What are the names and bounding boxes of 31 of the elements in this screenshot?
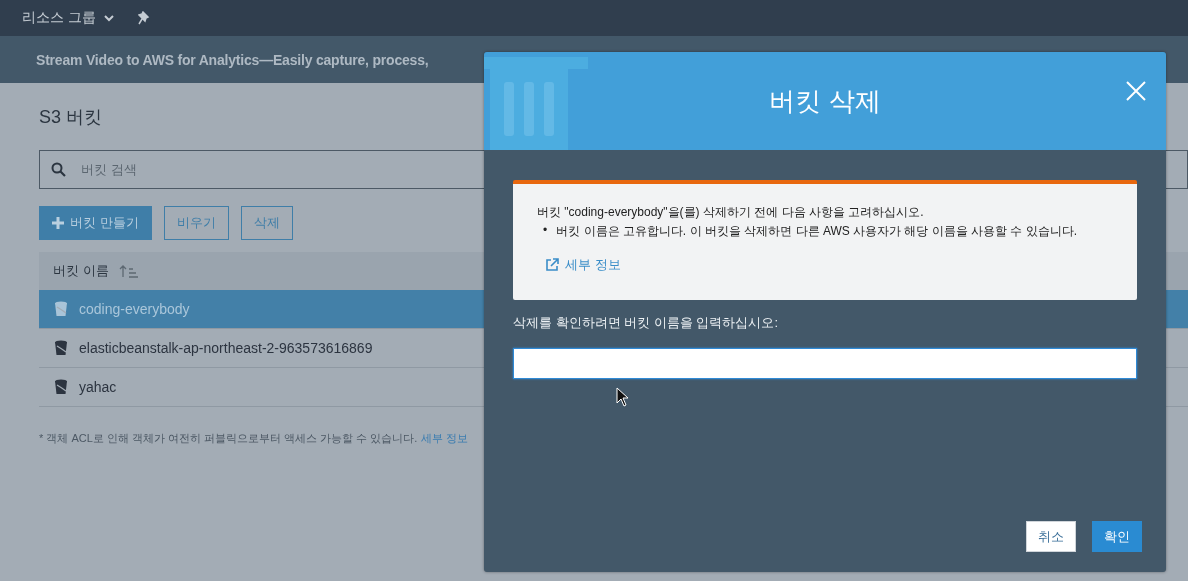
dialog-button[interactable]: 취소 [1026, 521, 1076, 552]
bucket-icon [54, 301, 68, 317]
column-header[interactable]: 버킷 이름 [53, 262, 139, 280]
bucket-name-input[interactable] [513, 348, 1137, 379]
sort-icon [118, 264, 139, 278]
resource-groups-menu[interactable]: 리소스 그룹 [22, 9, 114, 27]
bucket-name: elasticbeanstalk-ap-northeast-2-963573616869 [79, 340, 373, 356]
page-title: S3 버킷 [39, 106, 104, 129]
bucket-name: yahac [79, 379, 117, 395]
bullet-marker: • [543, 223, 548, 239]
bucket-name: coding-everybody [79, 301, 190, 317]
confirm-label: 삭제를 확인하려면 버킷 이름을 입력하십시오: [513, 314, 780, 332]
bucket-icon [54, 379, 68, 395]
details-link[interactable]: 세부 정보 [545, 256, 621, 274]
footnote-text: * 객체 ACL로 인해 객체가 여전히 퍼블릭으로부터 액세스 가능할 수 있습니다. [39, 431, 418, 446]
action-button[interactable]: 삭제 [240, 206, 293, 240]
search-icon [51, 162, 66, 177]
warning-message: 버킷 "coding-everybody"을(를) 삭제하기 전에 다음 사항을 고려하십시오. [537, 204, 925, 221]
dialog-title: 버킷 삭제 [769, 84, 881, 118]
plus-icon [52, 217, 64, 229]
bucket-icon [54, 340, 68, 356]
cursor-icon [616, 387, 630, 407]
external-link-icon [545, 258, 559, 272]
dialog-button[interactable]: 확인 [1092, 521, 1142, 552]
details-link[interactable]: 세부 정보 [421, 431, 469, 446]
action-button[interactable]: 버킷 만들기 [39, 206, 152, 240]
warning-bullet: 버킷 이름은 고유합니다. 이 버킷을 삭제하면 다른 AWS 사용자가 해당 이름을 사용할 수 있습니다. [556, 223, 1078, 240]
pin-icon[interactable] [137, 11, 152, 25]
action-button[interactable]: 비우기 [163, 206, 229, 240]
banner-text: Stream Video to AWS for Analytics—Easily capture, process, [36, 51, 429, 68]
chevron-down-icon [103, 14, 114, 22]
